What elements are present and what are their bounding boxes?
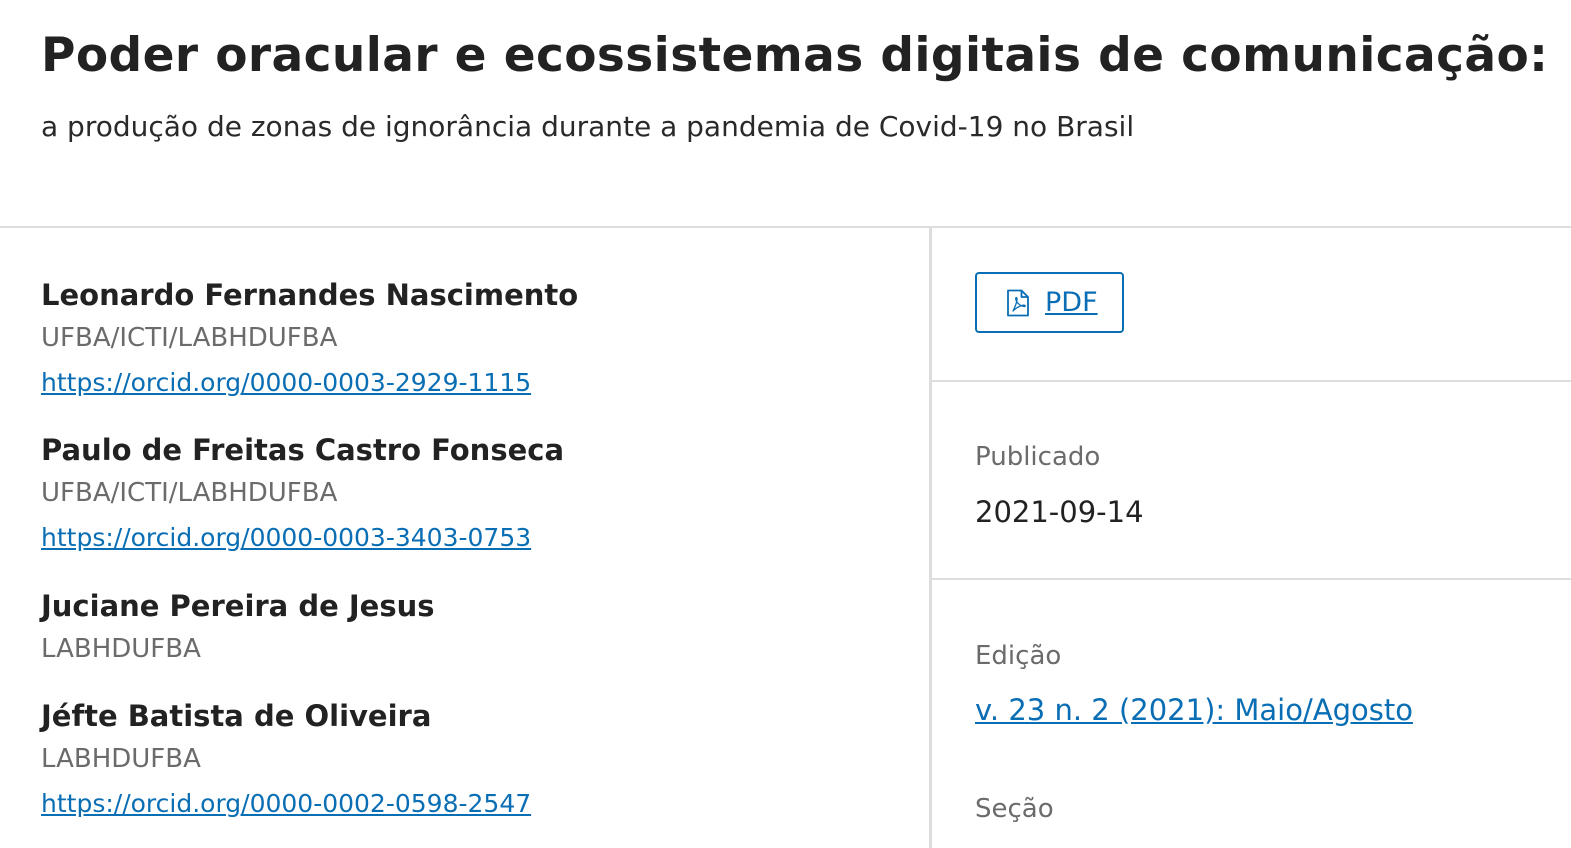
issue-label: Edição: [975, 641, 1062, 671]
author-name: Leonardo Fernandes Nascimento: [41, 278, 579, 312]
published-label: Publicado: [975, 442, 1101, 472]
author-orcid-link[interactable]: https://orcid.org/0000-0002-0598-2547: [41, 787, 531, 821]
section-label: Seção: [975, 794, 1054, 824]
article-title: Poder oracular e ecossistemas digitais d…: [41, 28, 1549, 83]
author-orcid-link[interactable]: https://orcid.org/0000-0003-2929-1115: [41, 366, 578, 400]
author-affiliation: UFBA/ICTI/LABHDUFBA: [41, 478, 338, 508]
author-item: Leonardo Fernandes Nascimento UFBA/ICTI/…: [41, 277, 578, 400]
author-orcid-link[interactable]: https://orcid.org/0000-0003-3403-0753: [41, 521, 564, 555]
pdf-button-label: PDF: [1045, 287, 1098, 318]
author-affiliation: LABHDUFBA: [41, 634, 201, 664]
author-affiliation: LABHDUFBA: [41, 744, 201, 774]
published-date: 2021-09-14: [975, 495, 1144, 529]
sidebar-divider: [932, 578, 1571, 580]
author-item: Paulo de Freitas Castro Fonseca UFBA/ICT…: [41, 432, 564, 555]
article-subtitle: a produção de zonas de ignorância durant…: [41, 110, 1135, 143]
author-item: Jéfte Batista de Oliveira LABHDUFBA http…: [41, 698, 531, 821]
author-affiliation: UFBA/ICTI/LABHDUFBA: [41, 323, 338, 353]
author-name: Juciane Pereira de Jesus: [41, 589, 435, 623]
author-item: Juciane Pereira de Jesus LABHDUFBA: [41, 588, 435, 666]
sidebar-divider: [932, 380, 1571, 382]
issue-link[interactable]: v. 23 n. 2 (2021): Maio/Agosto: [975, 693, 1413, 727]
author-name: Paulo de Freitas Castro Fonseca: [41, 433, 565, 467]
pdf-file-icon: [1007, 289, 1029, 316]
pdf-button[interactable]: PDF: [975, 272, 1124, 333]
author-name: Jéfte Batista de Oliveira: [41, 699, 432, 733]
article-sidebar: PDF Publicado 2021-09-14 Edição v. 23 n.…: [932, 228, 1571, 848]
article-header: Poder oracular e ecossistemas digitais d…: [0, 0, 1571, 228]
